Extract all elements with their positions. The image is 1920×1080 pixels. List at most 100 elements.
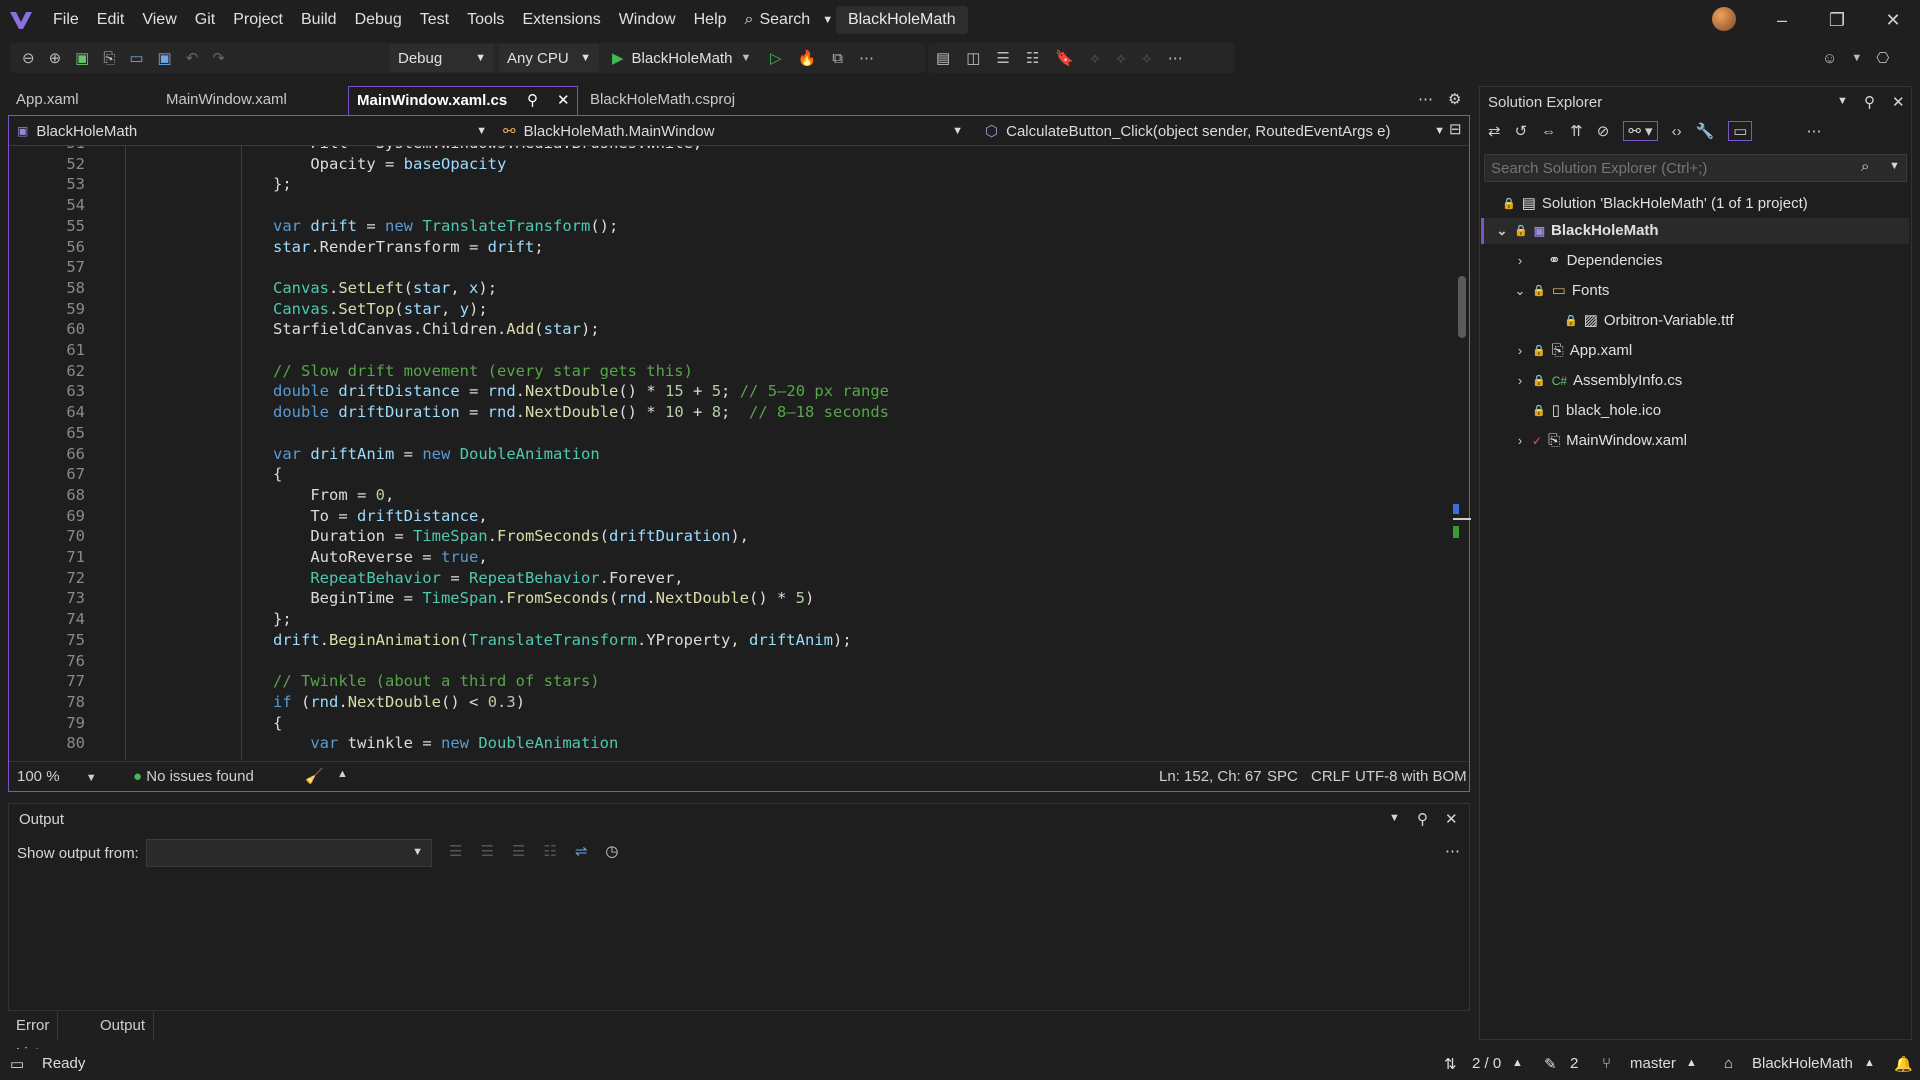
avatar[interactable] — [1712, 7, 1736, 31]
clear-bookmark-icon[interactable]: ⟡ — [1142, 50, 1152, 67]
tab-error-list[interactable]: Error List — [8, 1012, 59, 1062]
menu-git[interactable]: Git — [186, 0, 224, 40]
close-tab-icon[interactable]: ✕ — [557, 87, 570, 115]
more-icon[interactable]: ⋯ — [1168, 49, 1183, 67]
whitespace-mode[interactable]: SPC — [1267, 768, 1298, 785]
code-line[interactable]: To = driftDistance, — [273, 507, 487, 525]
tab-mainwindow-xaml-cs[interactable]: MainWindow.xaml.cs ⚲ ✕ — [348, 86, 578, 116]
forward-icon[interactable]: ⊕ — [49, 49, 62, 67]
chevron-up-icon[interactable]: ▲ — [1686, 1057, 1697, 1069]
sync-changes-icon[interactable]: ⇅ — [1444, 1055, 1457, 1073]
chevron-down-icon[interactable]: ⌄ — [1514, 279, 1526, 303]
pencil-icon[interactable]: ✎ — [1544, 1055, 1557, 1073]
code-line[interactable]: // Slow drift movement (every star gets … — [273, 362, 693, 380]
show-all-files-icon[interactable]: ⊘ — [1597, 122, 1610, 140]
code-area[interactable]: 51 Fill = System.Windows.Media.Brushes.W… — [9, 146, 1449, 760]
platform-select[interactable]: Any CPU ▼ — [499, 44, 599, 72]
tree-item-fonts-folder[interactable]: ⌄ 🔒 ▭ Fonts — [1514, 279, 1610, 303]
close-window-icon[interactable]: ✕ — [1878, 6, 1908, 34]
chevron-up-icon[interactable]: ▲ — [337, 768, 348, 780]
tree-item-app-xaml[interactable]: › 🔒 ⎘ App.xaml — [1514, 339, 1632, 363]
code-line[interactable]: if (rnd.NextDouble() < 0.3) — [273, 693, 525, 711]
code-cleanup-icon[interactable]: 🧹 — [305, 767, 324, 785]
edit-count[interactable]: 2 — [1570, 1055, 1578, 1072]
back-icon[interactable]: ⊖ — [22, 49, 35, 67]
code-line[interactable]: Canvas.SetTop(star, y); — [273, 300, 488, 318]
vertical-scrollbar[interactable] — [1451, 146, 1471, 760]
menu-window[interactable]: Window — [610, 0, 685, 40]
hot-reload-icon[interactable]: 🔥 — [798, 49, 817, 67]
tab-csproj[interactable]: BlackHoleMath.csproj — [582, 86, 743, 116]
output-window-icon[interactable]: ▭ — [10, 1055, 24, 1073]
close-icon[interactable]: ✕ — [1445, 810, 1458, 828]
history-icon[interactable]: ↺ — [1515, 122, 1528, 140]
code-line[interactable]: From = 0, — [273, 486, 394, 504]
close-icon[interactable]: ✕ — [1892, 93, 1905, 111]
branch-icon[interactable]: ⑂ — [1602, 1055, 1611, 1072]
chevron-right-icon[interactable]: › — [1514, 339, 1526, 363]
code-line[interactable]: { — [273, 465, 282, 483]
browse-icon[interactable]: ⧉ — [832, 50, 843, 67]
switch-views-icon[interactable]: ⇄ — [1488, 122, 1501, 140]
git-branch[interactable]: master — [1630, 1055, 1676, 1072]
zoom-select[interactable]: 100 % ▼ — [17, 768, 97, 785]
indent-icon[interactable]: ☰ — [996, 49, 1009, 67]
code-line[interactable]: drift.BeginAnimation(TranslateTransform.… — [273, 631, 852, 649]
menu-tools[interactable]: Tools — [458, 0, 513, 40]
split-icon[interactable]: ◫ — [966, 49, 980, 67]
chevron-up-icon[interactable]: ▲ — [1864, 1057, 1875, 1069]
member-select[interactable]: ⬡ CalculateButton_Click(object sender, R… — [985, 118, 1445, 144]
live-share-icon[interactable]: ⎔ — [1876, 49, 1889, 67]
code-line[interactable]: Canvas.SetLeft(star, x); — [273, 279, 497, 297]
solution-search-input[interactable] — [1489, 157, 1839, 179]
notifications-icon[interactable]: 🔔 — [1894, 1055, 1913, 1073]
save-icon[interactable]: ▭ — [129, 49, 143, 67]
word-wrap-icon[interactable]: ⇌ — [575, 842, 588, 860]
file-encoding[interactable]: UTF-8 with BOM — [1355, 768, 1467, 785]
timestamp-icon[interactable]: ◷ — [605, 842, 618, 860]
configuration-select[interactable]: Debug ▼ — [390, 44, 494, 72]
type-select[interactable]: ⚯ BlackHoleMath.MainWindow ▼ — [503, 118, 963, 144]
code-icon[interactable]: ‹› — [1672, 123, 1682, 140]
code-line[interactable]: }; — [273, 175, 292, 193]
cursor-position[interactable]: Ln: 152, Ch: 67 — [1159, 768, 1262, 785]
bookmark-icon[interactable]: 🔖 — [1055, 49, 1074, 67]
pin-icon[interactable]: ⚲ — [527, 87, 538, 115]
clear-all-icon[interactable]: ☷ — [543, 842, 556, 860]
issues-indicator[interactable]: ● No issues found — [133, 768, 254, 785]
chevron-down-icon[interactable]: ▼ — [1851, 52, 1862, 64]
menu-help[interactable]: Help — [685, 0, 736, 40]
minimize-icon[interactable]: – — [1767, 6, 1797, 34]
tree-item-font-file[interactable]: 🔒 ▨ Orbitron-Variable.ttf — [1550, 309, 1734, 333]
repository-icon[interactable]: ⌂ — [1724, 1055, 1733, 1072]
chevron-down-icon[interactable]: ▼ — [1837, 95, 1848, 107]
save-all-icon[interactable]: ▣ — [158, 49, 172, 67]
scroll-thumb[interactable] — [1458, 276, 1466, 338]
menu-view[interactable]: View — [133, 0, 185, 40]
code-line[interactable]: { — [273, 714, 282, 732]
sync-icon[interactable]: ⇔ — [1541, 123, 1556, 140]
menu-test[interactable]: Test — [411, 0, 458, 40]
code-line[interactable]: var driftAnim = new DoubleAnimation — [273, 445, 600, 463]
tab-output[interactable]: Output — [92, 1012, 155, 1040]
tree-item-mainwindow-xaml[interactable]: › ✓ ⎘ MainWindow.xaml — [1514, 429, 1687, 453]
tree-item-dependencies[interactable]: › ⚭ Dependencies — [1514, 249, 1663, 273]
code-line[interactable]: Duration = TimeSpan.FromSeconds(driftDur… — [273, 527, 749, 545]
code-line[interactable]: // Twinkle (about a third of stars) — [273, 672, 600, 690]
menu-edit[interactable]: Edit — [88, 0, 134, 40]
split-editor-icon[interactable]: ⊟ — [1449, 120, 1462, 138]
filter-icon[interactable]: ⚯ ▾ — [1623, 121, 1658, 141]
code-line[interactable]: star.RenderTransform = drift; — [273, 238, 544, 256]
menu-extensions[interactable]: Extensions — [513, 0, 609, 40]
redo-icon[interactable]: ↷ — [212, 49, 225, 67]
pending-changes[interactable]: 2 / 0 — [1472, 1055, 1501, 1072]
code-line[interactable]: double driftDuration = rnd.NextDouble() … — [273, 403, 889, 421]
project-select[interactable]: ▣ BlackHoleMath ▼ — [17, 118, 487, 144]
new-project-icon[interactable]: ▣ — [75, 49, 89, 67]
tree-item-solution[interactable]: 🔒 ▤ Solution 'BlackHoleMath' (1 of 1 pro… — [1502, 192, 1808, 216]
menu-debug[interactable]: Debug — [346, 0, 411, 40]
line-ending[interactable]: CRLF — [1311, 768, 1350, 785]
output-source-select[interactable]: ▼ — [146, 839, 432, 867]
code-line[interactable]: Fill = System.Windows.Media.Brushes.Whit… — [273, 146, 702, 152]
code-line[interactable]: RepeatBehavior = RepeatBehavior.Forever, — [273, 569, 683, 587]
